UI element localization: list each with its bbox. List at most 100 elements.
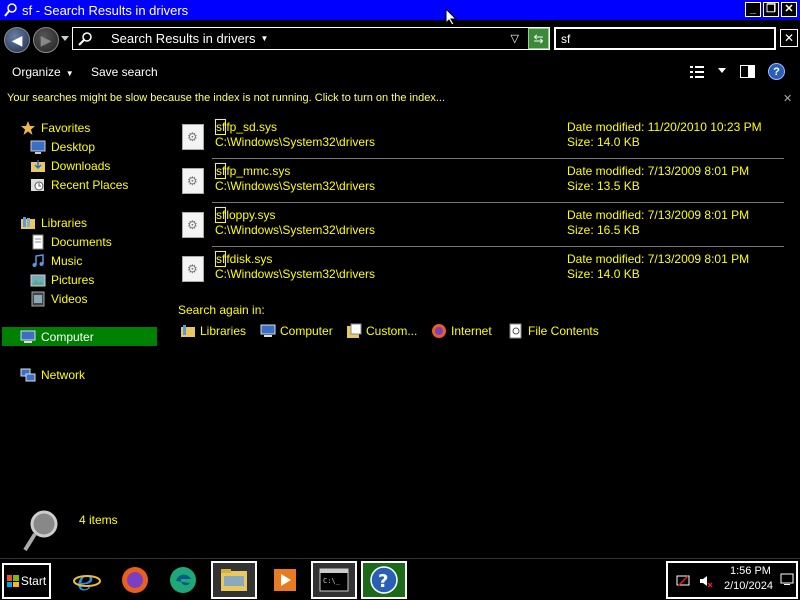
divider bbox=[212, 158, 784, 159]
file-name[interactable]: sffp_mmc.sys bbox=[215, 163, 291, 179]
close-icon[interactable]: ✕ bbox=[783, 92, 792, 105]
file-name[interactable]: sfloppy.sys bbox=[215, 207, 276, 223]
file-name-rest: fp_sd.sys bbox=[226, 120, 278, 134]
divider bbox=[212, 246, 784, 247]
refresh-icon: ⇆ bbox=[533, 31, 544, 46]
taskbar-media-player[interactable] bbox=[262, 561, 308, 599]
chevron-down-icon: ▼ bbox=[65, 69, 74, 78]
preview-pane-icon[interactable] bbox=[740, 65, 755, 78]
back-button[interactable]: ◀ bbox=[4, 27, 30, 53]
list-item[interactable]: sffp_mmc.sys C:\Windows\System32\drivers… bbox=[172, 160, 784, 203]
nav-label: Pictures bbox=[51, 273, 95, 287]
forward-button[interactable]: ▶ bbox=[33, 27, 59, 53]
nav-documents[interactable]: Documents bbox=[30, 233, 112, 251]
nav-libraries[interactable]: Libraries bbox=[20, 214, 87, 232]
search-again-internet[interactable]: Internet bbox=[431, 323, 492, 339]
arrow-right-icon: ▶ bbox=[40, 31, 52, 48]
taskbar-internet-explorer[interactable]: e bbox=[64, 561, 110, 599]
nav-recent-places[interactable]: Recent Places bbox=[30, 176, 128, 194]
navigation-pane: Favorites Desktop Downloads Recent Place… bbox=[0, 116, 160, 516]
internet-explorer-icon: e bbox=[73, 565, 101, 595]
nav-videos[interactable]: Videos bbox=[30, 290, 87, 308]
maximize-button[interactable]: ❐ bbox=[763, 2, 779, 17]
nav-computer[interactable]: Computer bbox=[2, 327, 157, 346]
search-again-computer[interactable]: Computer bbox=[260, 323, 333, 339]
clock-date[interactable]: 2/10/2024 bbox=[724, 580, 773, 592]
nav-downloads[interactable]: Downloads bbox=[30, 157, 110, 175]
nav-network[interactable]: Network bbox=[20, 366, 85, 384]
address-dropdown-icon[interactable]: ▽ bbox=[511, 32, 519, 45]
index-warning-message[interactable]: Your searches might be slow because the … bbox=[7, 92, 445, 104]
search-again-libraries[interactable]: Libraries bbox=[180, 323, 246, 339]
folder-icon bbox=[221, 569, 247, 591]
file-name-rest: fp_mmc.sys bbox=[226, 164, 291, 178]
taskbar-help-and-support[interactable]: ? bbox=[361, 561, 407, 599]
divider bbox=[212, 202, 784, 203]
save-search-button[interactable]: Save search bbox=[91, 65, 158, 79]
help-button[interactable]: ? bbox=[768, 63, 785, 80]
taskbar-edge[interactable] bbox=[160, 561, 206, 599]
nav-desktop[interactable]: Desktop bbox=[30, 138, 95, 156]
search-again-label-text: Internet bbox=[451, 324, 492, 338]
system-file-icon bbox=[182, 212, 204, 238]
search-again-custom[interactable]: Custom... bbox=[346, 323, 417, 339]
window-title: sf - Search Results in drivers bbox=[22, 2, 189, 18]
volume-muted-icon[interactable] bbox=[699, 574, 713, 588]
firefox-icon bbox=[431, 323, 447, 339]
view-options-dropdown[interactable] bbox=[718, 68, 726, 73]
search-again-label-text: Computer bbox=[280, 324, 333, 338]
nav-label: Music bbox=[51, 254, 83, 268]
clear-search-button[interactable]: ✕ bbox=[780, 29, 798, 47]
refresh-button[interactable]: ⇆ bbox=[528, 28, 549, 49]
firefox-icon bbox=[122, 567, 148, 593]
file-date-modified: Date modified: 7/13/2009 8:01 PM bbox=[567, 208, 750, 222]
nav-pictures[interactable]: Pictures bbox=[30, 271, 94, 289]
breadcrumb-chevron-icon[interactable]: ▼ bbox=[261, 34, 269, 43]
taskbar-command-prompt[interactable]: C:\_ bbox=[311, 561, 357, 599]
recent-pages-dropdown[interactable] bbox=[61, 36, 69, 41]
search-match-highlight: sf bbox=[215, 207, 227, 223]
videos-icon bbox=[30, 291, 46, 307]
network-icon bbox=[20, 367, 36, 383]
list-item[interactable]: sffp_sd.sys C:\Windows\System32\drivers … bbox=[172, 116, 784, 159]
file-size: Size: 14.0 KB bbox=[567, 267, 640, 281]
file-name[interactable]: sffdisk.sys bbox=[215, 251, 272, 267]
nav-favorites[interactable]: Favorites bbox=[20, 119, 90, 137]
search-folder-icon bbox=[78, 31, 92, 46]
info-bar[interactable]: Your searches might be slow because the … bbox=[0, 88, 800, 108]
close-button[interactable]: ✕ bbox=[781, 2, 797, 17]
list-item[interactable]: sffdisk.sys C:\Windows\System32\drivers … bbox=[172, 248, 784, 290]
minimize-button[interactable]: _ bbox=[745, 2, 761, 17]
address-bar[interactable]: Search Results in drivers ▼ ▽ bbox=[72, 27, 550, 50]
downloads-folder-icon bbox=[30, 158, 46, 174]
svg-text:C:\_: C:\_ bbox=[323, 577, 341, 585]
nav-label: Computer bbox=[41, 329, 94, 344]
taskbar-file-explorer[interactable] bbox=[211, 561, 257, 599]
computer-icon bbox=[20, 329, 36, 345]
system-file-icon bbox=[182, 168, 204, 194]
show-desktop-icon[interactable] bbox=[780, 572, 794, 586]
star-icon bbox=[20, 120, 36, 136]
view-options-icon[interactable] bbox=[690, 65, 704, 79]
title-bar: sf - Search Results in drivers _ ❐ ✕ bbox=[0, 0, 800, 20]
file-date-modified: Date modified: 11/20/2010 10:23 PM bbox=[567, 120, 762, 134]
organize-menu[interactable]: Organize ▼ bbox=[12, 65, 74, 79]
start-button[interactable]: Start bbox=[2, 563, 51, 599]
file-name-rest: loppy.sys bbox=[226, 208, 276, 222]
search-again-file-contents[interactable]: File Contents bbox=[508, 323, 599, 339]
file-size: Size: 16.5 KB bbox=[567, 223, 640, 237]
custom-folder-icon bbox=[346, 323, 362, 339]
search-input[interactable] bbox=[554, 27, 776, 50]
start-label: Start bbox=[20, 574, 47, 588]
list-item[interactable]: sfloppy.sys C:\Windows\System32\drivers … bbox=[172, 204, 784, 247]
action-center-icon[interactable] bbox=[676, 574, 690, 588]
address-row: ◀ ▶ Search Results in drivers ▼ ▽ ⇆ ✕ bbox=[0, 24, 800, 54]
address-location[interactable]: Search Results in drivers bbox=[111, 31, 256, 46]
taskbar-firefox[interactable] bbox=[112, 561, 158, 599]
clock-time[interactable]: 1:56 PM bbox=[730, 565, 771, 577]
system-file-icon bbox=[182, 256, 204, 282]
search-magnifier-icon bbox=[23, 510, 58, 552]
file-name[interactable]: sffp_sd.sys bbox=[215, 119, 278, 135]
file-path: C:\Windows\System32\drivers bbox=[215, 135, 376, 149]
nav-music[interactable]: Music bbox=[30, 252, 82, 270]
